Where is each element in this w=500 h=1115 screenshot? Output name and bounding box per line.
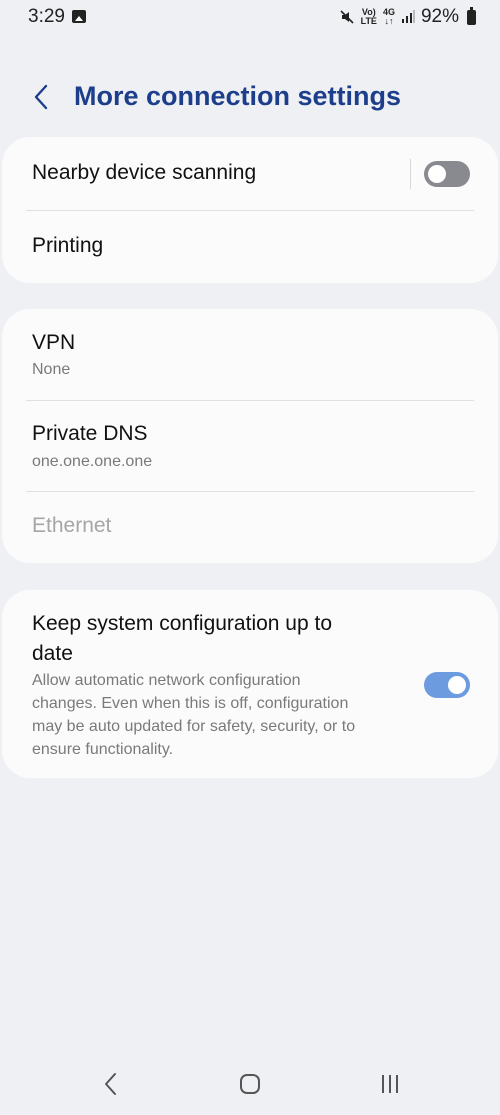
battery-icon [467,6,476,25]
toggle-knob [448,676,466,694]
nav-home-button[interactable] [230,1064,270,1104]
chevron-left-icon [34,84,48,110]
mute-icon [340,10,354,24]
toggle-knob [428,165,446,183]
nearby-device-scanning-label: Nearby device scanning [32,161,257,184]
keep-system-config-title-line2: date [32,642,73,665]
nav-home-icon [240,1074,260,1094]
nearby-device-scanning-row[interactable]: Nearby device scanning [2,137,498,210]
gallery-notification-icon [72,10,86,23]
nav-recents-icon [382,1075,398,1093]
ethernet-label: Ethernet [32,514,112,537]
settings-group-2: VPN None Private DNS one.one.one.one Eth… [2,309,498,563]
status-bar: 3:29 Vo) LTE 4G ↓↑ 92% [0,0,500,36]
vpn-row[interactable]: VPN None [2,309,498,400]
battery-percent: 92% [420,6,459,27]
volte-indicator: Vo) LTE [360,7,377,26]
toggle-separator [410,159,411,189]
system-navigation-bar [0,1050,500,1115]
nav-back-button[interactable] [90,1064,130,1104]
vpn-label: VPN [32,331,76,354]
vpn-value: None [32,361,71,378]
status-time: 3:29 [28,6,65,27]
settings-group-3: Keep system configuration up to date All… [2,590,498,778]
network-type-indicator: 4G ↓↑ [382,7,395,26]
signal-icon [401,10,415,23]
nav-recents-button[interactable] [370,1064,410,1104]
keep-system-config-desc-line3: may be auto updated for safety, security… [32,718,356,735]
back-button[interactable] [26,80,60,114]
printing-label: Printing [32,234,104,257]
private-dns-row[interactable]: Private DNS one.one.one.one [2,401,498,491]
private-dns-value: one.one.one.one [32,453,153,470]
keep-system-config-toggle[interactable] [424,672,470,698]
private-dns-label: Private DNS [32,422,148,445]
nav-back-icon [105,1073,116,1095]
keep-system-config-desc-line1: Allow automatic network configuration [32,672,301,689]
keep-system-config-desc-line2: changes. Even when this is off, configur… [32,695,349,712]
nearby-device-scanning-toggle[interactable] [424,161,470,187]
status-icons: Vo) LTE 4G ↓↑ 92% [339,6,476,28]
settings-group-1: Nearby device scanning Printing [2,137,498,283]
page-title: More connection settings [74,81,402,111]
keep-system-config-row[interactable]: Keep system configuration up to date All… [2,590,498,778]
ethernet-row: Ethernet [2,492,498,563]
keep-system-config-desc-line4: ensure functionality. [32,741,174,758]
app-header: More connection settings [0,70,500,126]
printing-row[interactable]: Printing [2,211,498,283]
keep-system-config-title-line1: Keep system configuration up to [32,612,333,635]
